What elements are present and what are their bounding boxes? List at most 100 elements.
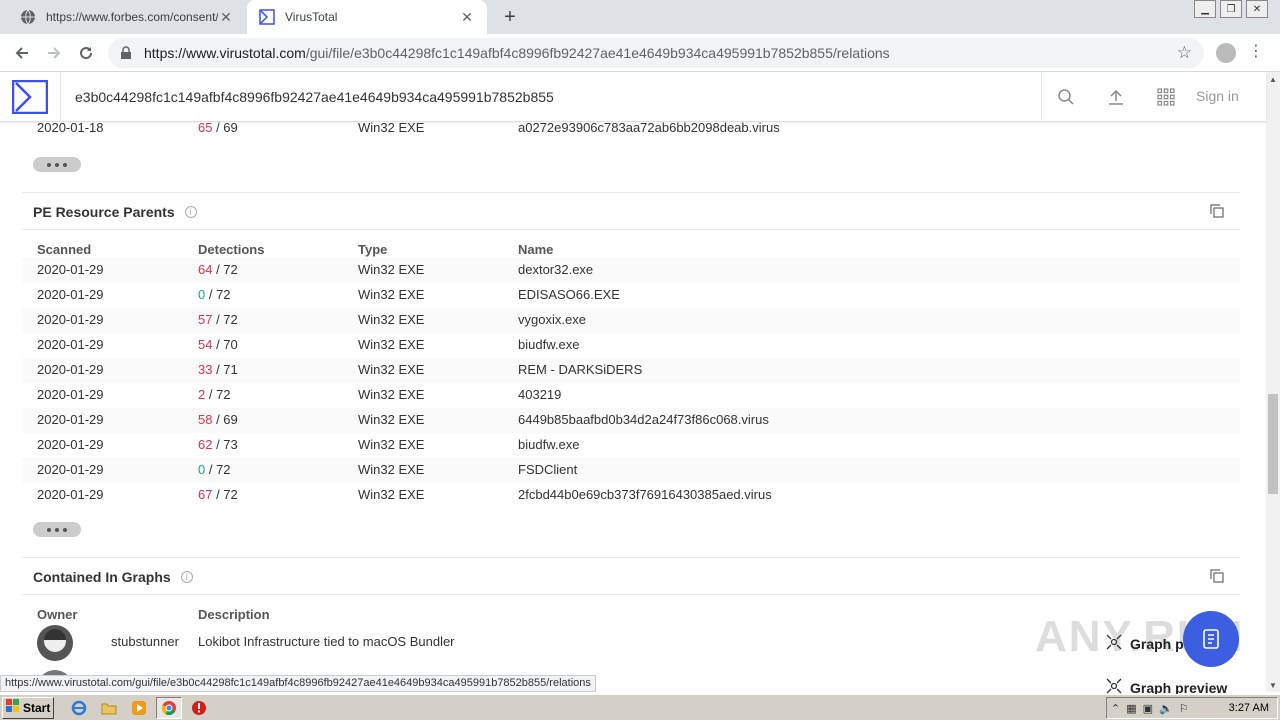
volume-icon[interactable]: 🔈 [1159,702,1173,715]
browser-menu-icon[interactable]: ⋮ [1248,41,1264,61]
internet-explorer-icon[interactable] [66,697,92,719]
show-more-button[interactable] [33,157,81,172]
window-controls: ▁ ❐ ✕ [1194,0,1268,18]
vt-header: e3b0c44298fc1c149afbf4c8996fb92427ae41e4… [0,72,1266,122]
file-type: Win32 EXE [358,287,425,302]
tab-title: https://www.forbes.com/consent/?t [46,10,218,24]
windows-taskbar: Start ⌃ ▦ ▣ 🔈 ⚐ 3:27 AM [0,694,1280,720]
section-divider [22,192,1240,193]
section-divider [22,594,1240,595]
scanned-date: 2020-01-29 [37,287,104,302]
hash-search-input[interactable]: e3b0c44298fc1c149afbf4c8996fb92427ae41e4… [60,72,1042,122]
new-tab-button[interactable]: + [498,5,522,29]
table-row[interactable]: 2020-01-29 0 / 72 Win32 EXE FSDClient [22,458,1240,483]
table-row[interactable]: 2020-01-29 2 / 72 Win32 EXE 403219 [22,383,1240,408]
scanned-date: 2020-01-29 [37,487,104,502]
file-type: Win32 EXE [358,337,425,352]
profile-avatar-icon[interactable] [1216,43,1236,63]
detections-cell: 64 / 72 [198,262,238,277]
graph-preview-link[interactable]: Graph p [1106,634,1184,653]
file-name-link[interactable]: biudfw.exe [518,437,579,452]
security-icon[interactable]: ▣ [1143,702,1153,715]
table-row[interactable]: 2020-01-29 0 / 72 Win32 EXE EDISASO66.EXE [22,283,1240,308]
file-name-link[interactable]: FSDClient [518,462,577,477]
media-player-icon[interactable] [126,697,152,719]
info-icon[interactable]: i [184,206,197,218]
owner-name[interactable]: stubstunner [111,634,179,649]
file-name-link[interactable]: 2fcbd44b0e69cb373f76916430385aed.virus [518,487,772,502]
bookmark-star-icon[interactable]: ☆ [1177,43,1192,63]
file-name-link[interactable]: 403219 [518,387,561,402]
detections-cell: 57 / 72 [198,312,238,327]
detections-cell: 58 / 69 [198,412,238,427]
tab-virustotal[interactable]: VirusTotal ✕ [247,0,487,34]
reload-icon[interactable] [74,41,98,65]
graph-icon [1106,634,1122,653]
contained-in-graphs-title: Contained In Graphs i [33,569,193,585]
tab-forbes[interactable]: https://www.forbes.com/consent/?t ✕ [8,0,246,34]
scroll-thumb[interactable] [1268,394,1278,494]
graph-fab-button[interactable] [1183,611,1239,667]
section-divider [22,229,1240,230]
network-icon[interactable]: ▦ [1126,702,1136,715]
chrome-taskbar-icon[interactable] [156,696,182,719]
tab-title: VirusTotal [285,10,338,24]
file-name-link[interactable]: a0272e93906c783aa72ab6bb2098deab.virus [518,122,780,135]
table-row[interactable]: 2020-01-18 65 / 69 Win32 EXE a0272e93906… [22,122,1240,141]
detections-cell: 67 / 72 [198,487,238,502]
file-name-link[interactable]: biudfw.exe [518,337,579,352]
info-icon[interactable]: i [180,571,193,583]
restore-icon[interactable]: ❐ [1220,0,1242,18]
table-row[interactable]: 2020-01-29 58 / 69 Win32 EXE 6449b85baafbd0… [22,408,1240,433]
flag-icon[interactable]: ⚐ [1179,702,1189,715]
file-type: Win32 EXE [358,462,425,477]
show-more-button[interactable] [33,522,81,537]
file-name-link[interactable]: vygoxix.exe [518,312,586,327]
file-type: Win32 EXE [358,412,425,427]
scanned-date: 2020-01-29 [37,262,104,277]
close-window-icon[interactable]: ✕ [1246,0,1268,18]
virustotal-logo[interactable] [11,79,49,115]
detections-cell: 0 / 72 [198,462,231,477]
file-type: Win32 EXE [358,387,425,402]
copy-icon[interactable] [1210,569,1226,585]
url-text: https://www.virustotal.com/gui/file/e3b0… [144,45,890,61]
table-row[interactable]: 2020-01-29 33 / 71 Win32 EXE REM - DARKSiDE… [22,358,1240,383]
detections-cell: 2 / 72 [198,387,231,402]
table-row[interactable]: 2020-01-29 54 / 70 Win32 EXE biudfw.exe [22,333,1240,358]
section-divider [22,557,1240,558]
page-scrollbar[interactable]: ▲ ▼ [1266,72,1280,692]
scanned-date: 2020-01-29 [37,337,104,352]
upload-icon[interactable] [1104,85,1128,109]
file-name-link[interactable]: dextor32.exe [518,262,593,277]
sign-in-link[interactable]: Sign in [1196,88,1239,104]
lock-icon [120,46,134,60]
folder-icon[interactable] [96,697,122,719]
tray-expand-icon[interactable]: ⌃ [1111,702,1120,715]
minimize-icon[interactable]: ▁ [1194,0,1216,18]
close-tab-icon[interactable]: ✕ [218,9,234,25]
table-row[interactable]: 2020-01-29 67 / 72 Win32 EXE 2fcbd44b0e69cb… [22,483,1240,508]
forward-arrow-icon[interactable] [42,41,66,65]
file-name-link[interactable]: 6449b85baafbd0b34d2a24f73f86c068.virus [518,412,769,427]
table-row[interactable]: 2020-01-29 64 / 72 Win32 EXE dextor32.exe [22,258,1240,283]
table-row[interactable]: 2020-01-29 62 / 73 Win32 EXE biudfw.exe [22,433,1240,458]
graph-description: Lokibot Infrastructure tied to macOS Bun… [198,634,455,649]
browser-tabstrip: https://www.forbes.com/consent/?t ✕ Viru… [0,0,1280,34]
scroll-down-icon[interactable]: ▼ [1266,678,1280,692]
table-row[interactable]: 2020-01-29 57 / 72 Win32 EXE vygoxix.exe [22,308,1240,333]
file-name-link[interactable]: REM - DARKSiDERS [518,362,642,377]
address-bar[interactable]: https://www.virustotal.com/gui/file/e3b0… [108,38,1204,68]
close-tab-icon[interactable]: ✕ [459,9,475,25]
apps-grid-icon[interactable] [1154,85,1178,109]
search-icon[interactable] [1054,85,1078,109]
stop-sign-icon[interactable] [186,697,212,719]
copy-icon[interactable] [1210,204,1226,220]
start-button[interactable]: Start [2,696,54,719]
file-name-link[interactable]: EDISASO66.EXE [518,287,620,302]
relations-content: 2020-01-18 65 / 69 Win32 EXE a0272e93906… [0,122,1266,675]
scroll-up-icon[interactable]: ▲ [1266,72,1280,86]
back-arrow-icon[interactable] [10,41,34,65]
file-type: Win32 EXE [358,362,425,377]
system-tray: ⌃ ▦ ▣ 🔈 ⚐ 3:27 AM [1106,697,1278,719]
